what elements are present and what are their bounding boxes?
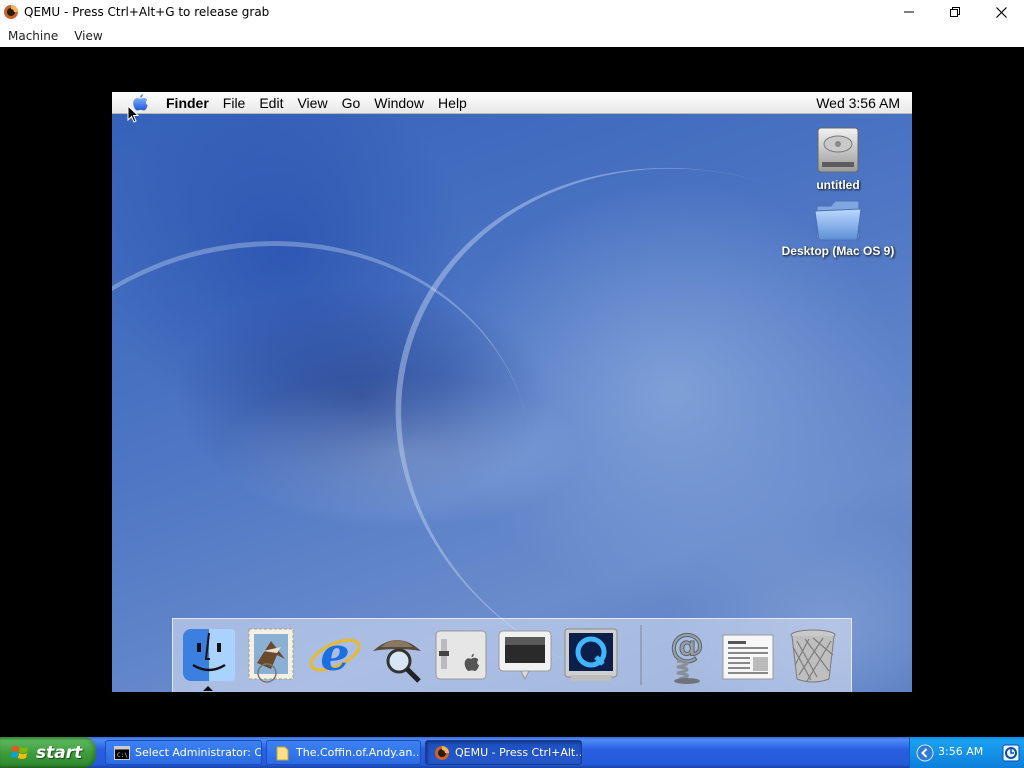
- system-preferences-icon: [435, 630, 487, 680]
- desktop-icon-untitled[interactable]: untitled: [796, 124, 880, 192]
- dock-item-internet-explorer[interactable]: e: [305, 625, 365, 685]
- dock: e @: [172, 618, 852, 692]
- system-tray: 3:56 AM: [909, 737, 1024, 768]
- internet-explorer-icon: e: [309, 627, 361, 681]
- menu-go[interactable]: Go: [335, 95, 368, 111]
- menu-view[interactable]: View: [66, 29, 110, 43]
- taskbar-item-label: The.Coffin.of.Andy.an...: [296, 746, 421, 759]
- window-title: QEMU - Press Ctrl+Alt+G to release grab: [24, 5, 270, 19]
- sherlock-icon: [373, 640, 421, 683]
- start-label: start: [36, 742, 83, 763]
- dock-item-mail-spring[interactable]: @: [657, 625, 717, 685]
- menu-machine[interactable]: Machine: [0, 29, 66, 43]
- folder-icon: [276, 746, 289, 760]
- dock-item-system-preferences[interactable]: [431, 625, 491, 685]
- desktop-icon-desktop-mac-os-9[interactable]: Desktop (Mac OS 9): [766, 196, 910, 258]
- qemu-icon: [435, 745, 449, 760]
- menu-finder[interactable]: Finder: [154, 95, 216, 111]
- running-indicator: [203, 686, 213, 691]
- taskbar-item-folder[interactable]: The.Coffin.of.Andy.an...: [266, 740, 421, 765]
- dock-item-text-document[interactable]: [719, 625, 779, 685]
- folder-icon: [814, 200, 862, 241]
- window-controls: [886, 0, 1024, 24]
- qemu-app-icon: [4, 5, 18, 19]
- hard-drive-icon: [817, 127, 859, 173]
- dock-item-trash[interactable]: [783, 625, 843, 685]
- minimize-button[interactable]: [886, 0, 932, 24]
- restore-icon: [950, 7, 960, 17]
- menu-edit[interactable]: Edit: [252, 95, 290, 111]
- start-button[interactable]: start: [0, 737, 96, 768]
- taskbar-item-qemu[interactable]: QEMU - Press Ctrl+Alt...: [425, 740, 582, 765]
- guest-desktop[interactable]: Finder File Edit View Go Window Help Wed…: [112, 92, 912, 692]
- dock-item-finder[interactable]: [179, 625, 239, 685]
- dock-item-mail[interactable]: [241, 625, 301, 685]
- menu-view[interactable]: View: [290, 95, 334, 111]
- svg-text:@: @: [670, 626, 704, 666]
- console-icon: C:\: [114, 745, 130, 760]
- minimize-icon: [904, 11, 914, 13]
- desktop-icon-label: untitled: [816, 178, 860, 192]
- svg-text:C:\: C:\: [117, 752, 128, 759]
- trash-icon: [790, 629, 836, 683]
- dock-divider: [640, 625, 642, 685]
- taskbar-item-label: QEMU - Press Ctrl+Alt...: [455, 746, 582, 759]
- mac-menubar: Finder File Edit View Go Window Help Wed…: [112, 92, 912, 114]
- dock-item-sherlock[interactable]: [367, 625, 427, 685]
- desktop-icon-label: Desktop (Mac OS 9): [781, 244, 895, 258]
- mail-spring-icon: @: [670, 626, 705, 684]
- menu-window[interactable]: Window: [367, 95, 431, 111]
- restore-button[interactable]: [932, 0, 978, 24]
- windows-flag-icon: [11, 745, 28, 759]
- mail-icon: [248, 628, 294, 683]
- qemu-titlebar: QEMU - Press Ctrl+Alt+G to release grab: [0, 0, 1024, 24]
- display-icon: [498, 630, 552, 681]
- text-document-icon: [722, 634, 774, 680]
- dock-item-display[interactable]: [495, 625, 555, 685]
- mouse-cursor-icon: [127, 105, 139, 123]
- tray-expand-icon[interactable]: [916, 744, 934, 762]
- quicktime-icon: [564, 628, 618, 681]
- close-icon: [995, 6, 1007, 18]
- close-button[interactable]: [978, 0, 1024, 24]
- taskbar-item-admin-console[interactable]: C:\ Select Administrator: C...: [105, 740, 262, 765]
- menu-file[interactable]: File: [216, 95, 253, 111]
- qemu-menubar: Machine View: [0, 24, 1024, 47]
- finder-icon: [183, 629, 235, 681]
- menu-help[interactable]: Help: [431, 95, 474, 111]
- svg-text:e: e: [320, 627, 349, 681]
- notification-icon[interactable]: [1002, 744, 1020, 762]
- taskbar-item-label: Select Administrator: C...: [135, 746, 262, 759]
- taskbar: start C:\ Select Administrator: C... The…: [0, 737, 1024, 768]
- taskbar-clock[interactable]: 3:56 AM: [938, 745, 983, 758]
- menubar-clock[interactable]: Wed 3:56 AM: [816, 95, 900, 111]
- dock-item-quicktime[interactable]: [561, 625, 621, 685]
